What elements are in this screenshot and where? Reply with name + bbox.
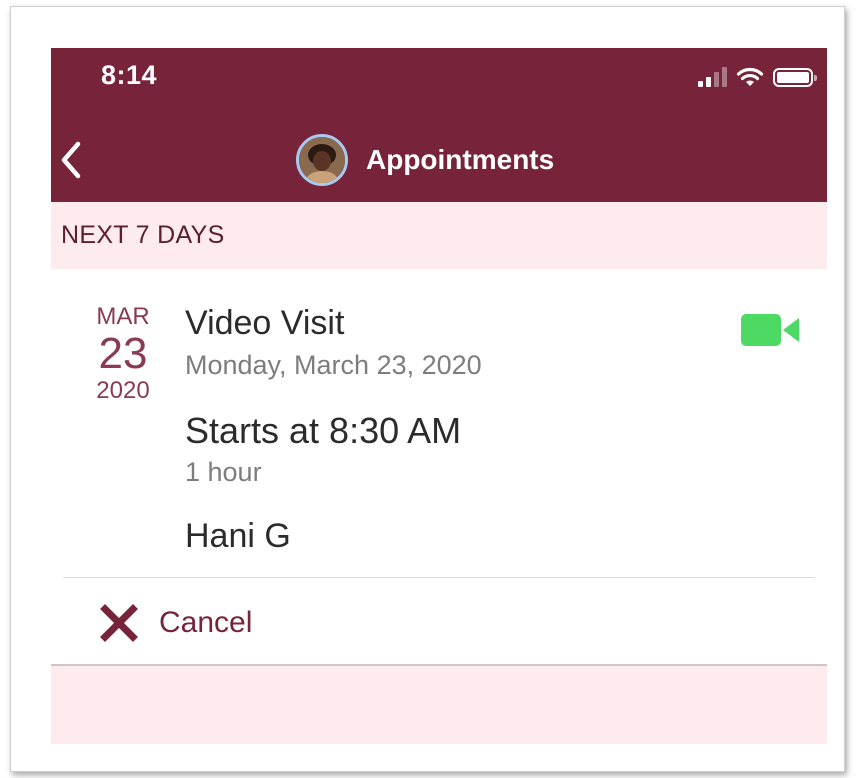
video-camera-icon <box>741 314 799 346</box>
nav-title-group: Appointments <box>296 128 554 192</box>
appointment-provider: Hani G <box>185 517 291 555</box>
battery-icon <box>773 67 817 87</box>
date-badge: MAR 23 2020 <box>81 303 165 405</box>
date-year: 2020 <box>96 377 150 404</box>
appointment-start-time: Starts at 8:30 AM <box>185 410 462 451</box>
date-month: MAR <box>96 303 150 330</box>
avatar[interactable] <box>296 134 348 186</box>
page-title: Appointments <box>366 144 555 175</box>
cancel-label: Cancel <box>159 606 253 639</box>
chevron-left-icon <box>61 141 81 179</box>
divider <box>63 577 815 578</box>
avatar-photo-icon <box>299 137 345 183</box>
app-header: 8:14 Appointments <box>51 48 827 202</box>
back-button[interactable] <box>55 138 87 182</box>
status-icons <box>698 65 817 89</box>
section-title: NEXT 7 DAYS <box>61 221 225 249</box>
x-icon <box>100 604 138 642</box>
footer-area <box>51 666 827 744</box>
wifi-icon <box>736 67 764 86</box>
appointment-title: Video Visit <box>185 304 345 342</box>
appointment-date: Monday, March 23, 2020 <box>185 350 482 380</box>
cancel-button[interactable]: Cancel <box>99 598 252 648</box>
cellular-signal-icon <box>698 67 727 87</box>
status-time: 8:14 <box>101 60 158 90</box>
appointment-duration: 1 hour <box>185 457 262 487</box>
section-header: NEXT 7 DAYS <box>51 202 827 269</box>
phone-screen: 8:14 Appointments NEXT 7 DAYS MAR 23 202… <box>51 48 827 744</box>
date-day: 23 <box>98 329 148 378</box>
